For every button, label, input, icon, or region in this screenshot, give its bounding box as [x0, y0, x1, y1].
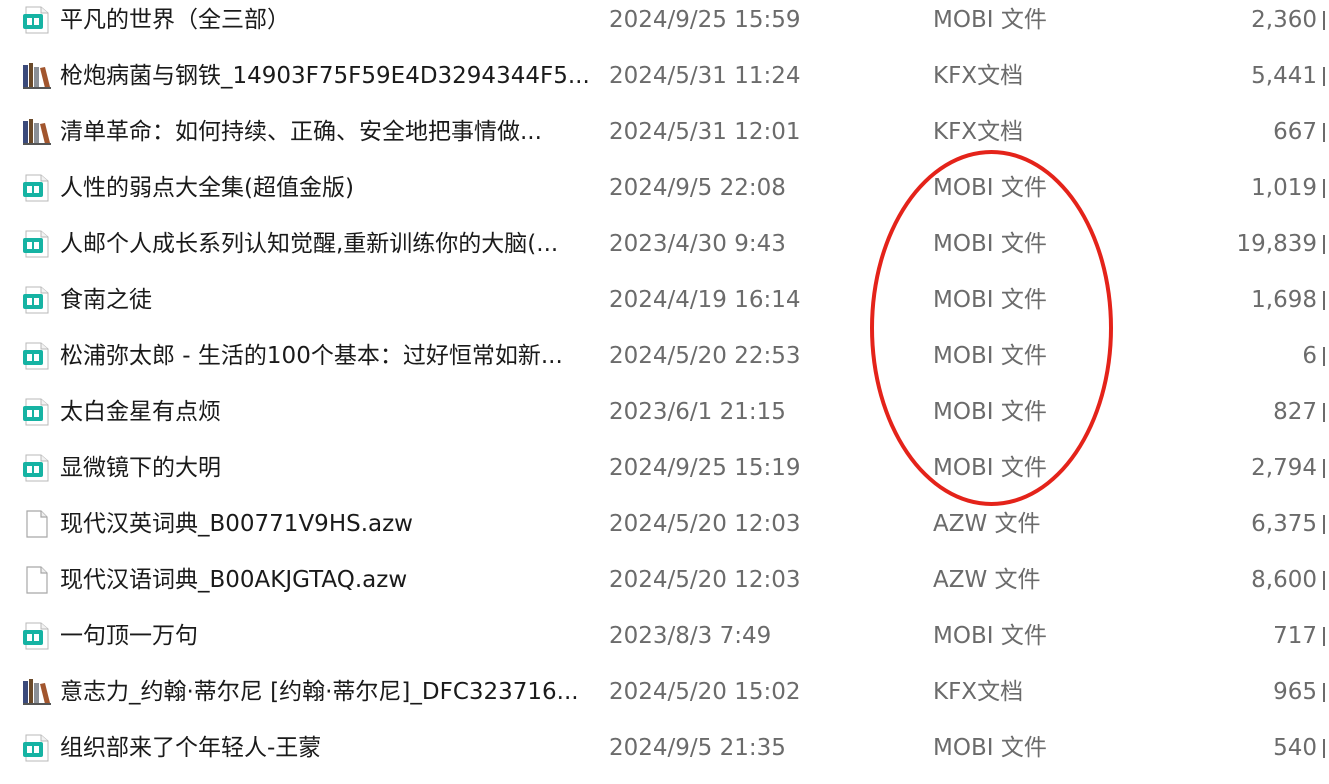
- mobi-file-icon: [22, 6, 52, 34]
- file-size: 540: [1273, 735, 1317, 761]
- file-modified-date: 2023/6/1 21:15: [609, 399, 786, 425]
- file-row[interactable]: 松浦弥太郎 - 生活的100个基本：过好恒常如新... 2024/5/20 22:…: [0, 336, 1329, 392]
- books-icon: [22, 678, 52, 706]
- file-type: MOBI 文件: [933, 231, 1047, 257]
- file-size: 8,600: [1251, 567, 1317, 593]
- file-name[interactable]: 意志力_约翰·蒂尔尼 [约翰·蒂尔尼]_DFC323716...: [60, 672, 590, 712]
- file-name[interactable]: 现代汉英词典_B00771V9HS.azw: [60, 504, 590, 544]
- file-name[interactable]: 平凡的世界（全三部）: [60, 0, 590, 40]
- file-name[interactable]: 一句顶一万句: [60, 616, 590, 656]
- file-modified-date: 2024/9/5 21:35: [609, 735, 786, 761]
- file-modified-date: 2024/5/20 12:03: [609, 567, 801, 593]
- file-name[interactable]: 显微镜下的大明: [60, 448, 590, 488]
- file-modified-date: 2024/9/25 15:19: [609, 455, 801, 481]
- size-unit-clipped: [1323, 179, 1325, 198]
- file-modified-date: 2024/9/25 15:59: [609, 7, 801, 33]
- file-row[interactable]: 人邮个人成长系列认知觉醒,重新训练你的大脑(... 2023/4/30 9:43 M…: [0, 224, 1329, 280]
- file-size: 5,441: [1251, 63, 1317, 89]
- file-modified-date: 2024/5/31 12:01: [609, 119, 801, 145]
- books-icon: [22, 118, 52, 146]
- size-unit-clipped: [1323, 515, 1325, 534]
- file-size: 1,698: [1251, 287, 1317, 313]
- file-type: MOBI 文件: [933, 343, 1047, 369]
- file-size: 6,375: [1251, 511, 1317, 537]
- file-modified-date: 2023/8/3 7:49: [609, 623, 772, 649]
- file-size: 2,794: [1251, 455, 1317, 481]
- file-row[interactable]: 枪炮病菌与钢铁_14903F75F59E4D3294344F5... 2024/5…: [0, 56, 1329, 112]
- blank-file-icon: [22, 566, 52, 594]
- file-row[interactable]: 意志力_约翰·蒂尔尼 [约翰·蒂尔尼]_DFC323716... 2024/5/2…: [0, 672, 1329, 728]
- size-unit-clipped: [1323, 235, 1325, 254]
- file-name[interactable]: 太白金星有点烦: [60, 392, 590, 432]
- file-size: 827: [1273, 399, 1317, 425]
- file-modified-date: 2024/5/20 12:03: [609, 511, 801, 537]
- size-unit-clipped: [1323, 739, 1325, 758]
- mobi-file-icon: [22, 454, 52, 482]
- file-size: 965: [1273, 679, 1317, 705]
- file-row[interactable]: 现代汉语词典_B00AKJGTAQ.azw 2024/5/20 12:03 AZW …: [0, 560, 1329, 616]
- file-size: 6: [1302, 343, 1317, 369]
- file-row[interactable]: 显微镜下的大明 2024/9/25 15:19 MOBI 文件 2,794: [0, 448, 1329, 504]
- mobi-file-icon: [22, 398, 52, 426]
- file-name[interactable]: 清单革命：如何持续、正确、安全地把事情做...: [60, 112, 590, 152]
- file-modified-date: 2024/9/5 22:08: [609, 175, 786, 201]
- file-row[interactable]: 食南之徒 2024/4/19 16:14 MOBI 文件 1,698: [0, 280, 1329, 336]
- size-unit-clipped: [1323, 11, 1325, 30]
- file-modified-date: 2024/5/20 22:53: [609, 343, 801, 369]
- file-type: KFX文档: [933, 679, 1024, 705]
- file-type: MOBI 文件: [933, 399, 1047, 425]
- file-type: MOBI 文件: [933, 623, 1047, 649]
- file-row[interactable]: 人性的弱点大全集(超值金版) 2024/9/5 22:08 MOBI 文件 1,019: [0, 168, 1329, 224]
- size-unit-clipped: [1323, 627, 1325, 646]
- file-row[interactable]: 一句顶一万句 2023/8/3 7:49 MOBI 文件 717: [0, 616, 1329, 672]
- file-type: AZW 文件: [933, 567, 1041, 593]
- size-unit-clipped: [1323, 571, 1325, 590]
- file-size: 717: [1273, 623, 1317, 649]
- file-type: MOBI 文件: [933, 175, 1047, 201]
- file-list: 平凡的世界（全三部） 2024/9/25 15:59 MOBI 文件 2,360 枪炮病…: [0, 0, 1329, 771]
- file-size: 19,839: [1236, 231, 1317, 257]
- file-name[interactable]: 人邮个人成长系列认知觉醒,重新训练你的大脑(...: [60, 224, 590, 264]
- file-modified-date: 2023/4/30 9:43: [609, 231, 786, 257]
- mobi-file-icon: [22, 174, 52, 202]
- file-size: 1,019: [1251, 175, 1317, 201]
- file-size: 667: [1273, 119, 1317, 145]
- file-type: MOBI 文件: [933, 287, 1047, 313]
- file-row[interactable]: 太白金星有点烦 2023/6/1 21:15 MOBI 文件 827: [0, 392, 1329, 448]
- file-type: MOBI 文件: [933, 455, 1047, 481]
- books-icon: [22, 62, 52, 90]
- blank-file-icon: [22, 510, 52, 538]
- file-name[interactable]: 枪炮病菌与钢铁_14903F75F59E4D3294344F5...: [60, 56, 590, 96]
- file-name[interactable]: 食南之徒: [60, 280, 590, 320]
- file-type: KFX文档: [933, 63, 1024, 89]
- file-type: MOBI 文件: [933, 735, 1047, 761]
- file-row[interactable]: 清单革命：如何持续、正确、安全地把事情做... 2024/5/31 12:01 KF…: [0, 112, 1329, 168]
- file-row[interactable]: 平凡的世界（全三部） 2024/9/25 15:59 MOBI 文件 2,360: [0, 0, 1329, 56]
- file-type: AZW 文件: [933, 511, 1041, 537]
- file-row[interactable]: 组织部来了个年轻人-王蒙 2024/9/5 21:35 MOBI 文件 540: [0, 728, 1329, 784]
- mobi-file-icon: [22, 734, 52, 762]
- file-type: MOBI 文件: [933, 7, 1047, 33]
- file-type: KFX文档: [933, 119, 1024, 145]
- mobi-file-icon: [22, 622, 52, 650]
- file-name[interactable]: 松浦弥太郎 - 生活的100个基本：过好恒常如新...: [60, 336, 590, 376]
- mobi-file-icon: [22, 286, 52, 314]
- size-unit-clipped: [1323, 459, 1325, 478]
- mobi-file-icon: [22, 342, 52, 370]
- file-name[interactable]: 现代汉语词典_B00AKJGTAQ.azw: [60, 560, 590, 600]
- file-name[interactable]: 人性的弱点大全集(超值金版): [60, 168, 590, 208]
- size-unit-clipped: [1323, 67, 1325, 86]
- file-name[interactable]: 组织部来了个年轻人-王蒙: [60, 728, 590, 768]
- file-modified-date: 2024/5/20 15:02: [609, 679, 801, 705]
- file-size: 2,360: [1251, 7, 1317, 33]
- size-unit-clipped: [1323, 123, 1325, 142]
- file-modified-date: 2024/5/31 11:24: [609, 63, 801, 89]
- size-unit-clipped: [1323, 347, 1325, 366]
- size-unit-clipped: [1323, 683, 1325, 702]
- mobi-file-icon: [22, 230, 52, 258]
- file-row[interactable]: 现代汉英词典_B00771V9HS.azw 2024/5/20 12:03 AZW …: [0, 504, 1329, 560]
- size-unit-clipped: [1323, 403, 1325, 422]
- file-modified-date: 2024/4/19 16:14: [609, 287, 801, 313]
- size-unit-clipped: [1323, 291, 1325, 310]
